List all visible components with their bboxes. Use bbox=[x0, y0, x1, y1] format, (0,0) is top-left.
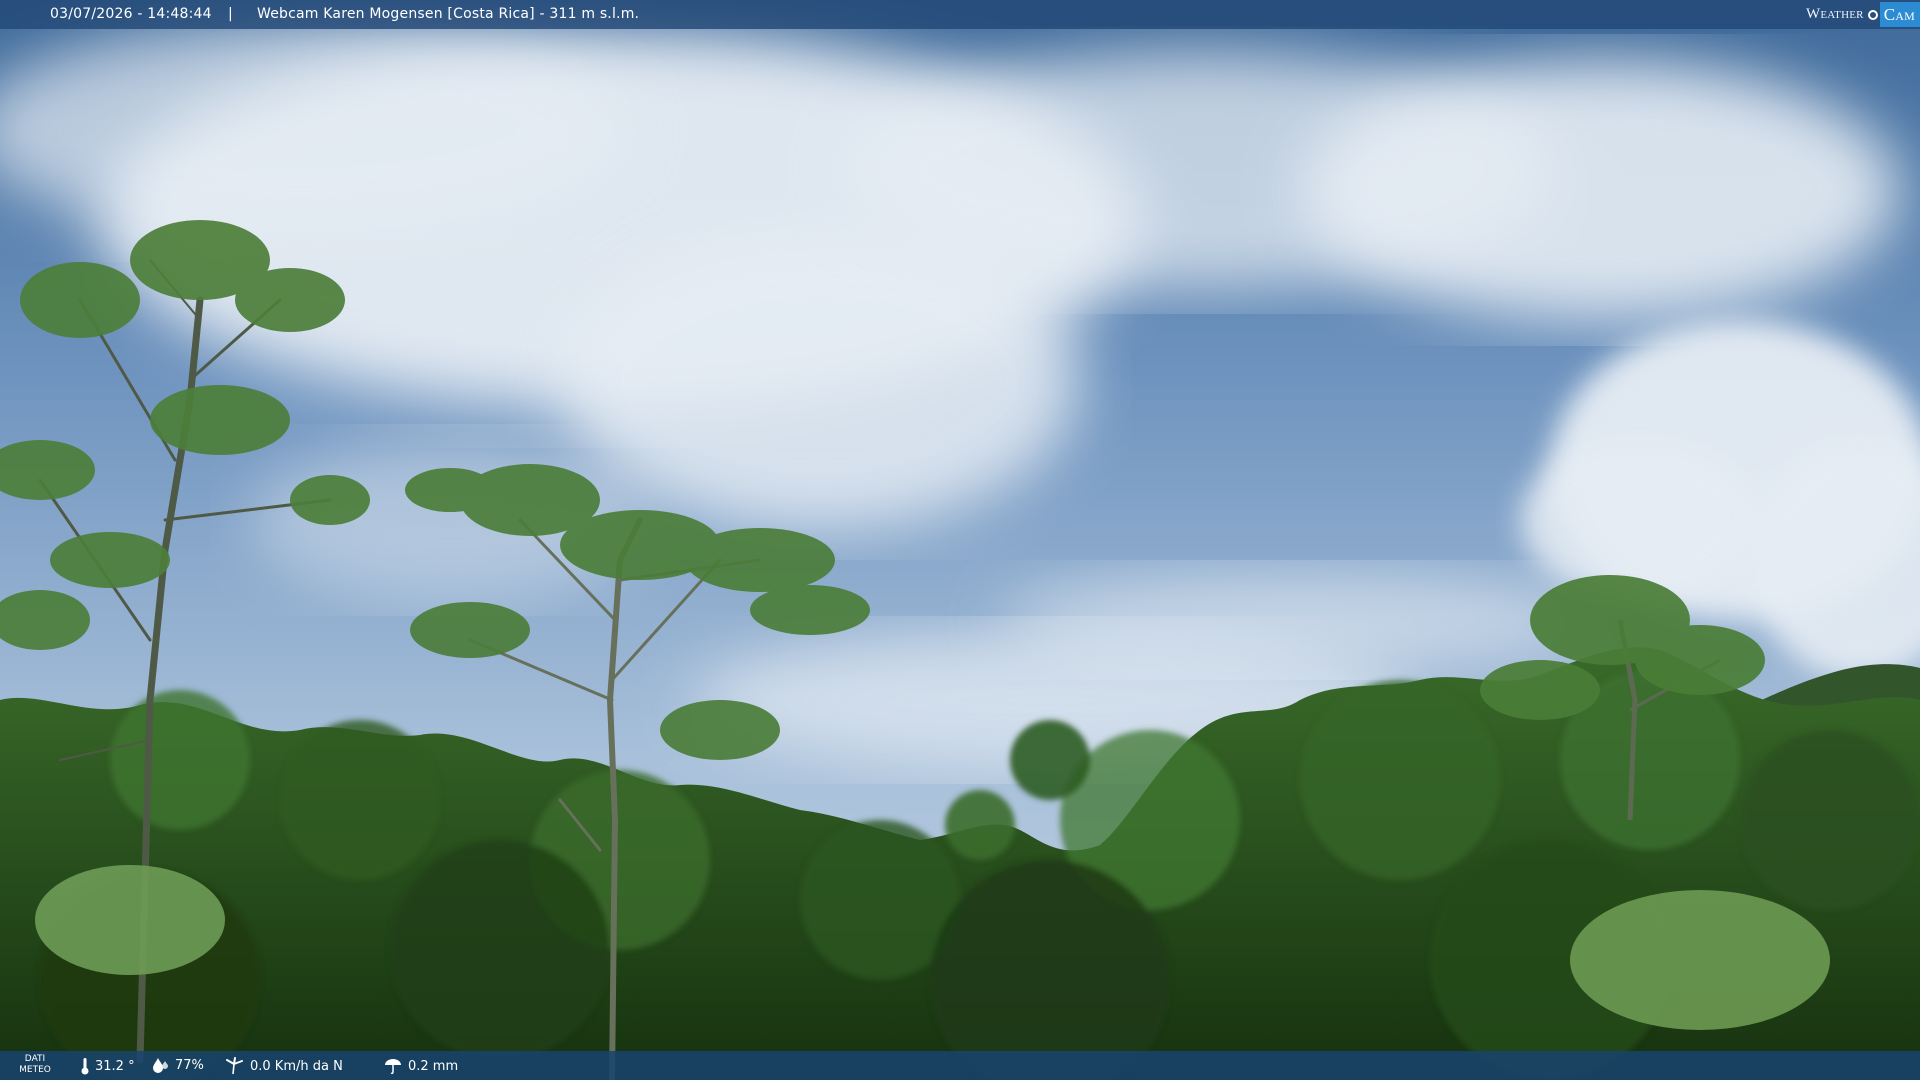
wind-value: 0.0 Km/h da N bbox=[250, 1058, 343, 1074]
rain-icon bbox=[385, 1059, 401, 1075]
weather-data-label: DATI METEO bbox=[19, 1054, 51, 1075]
wind-icon bbox=[226, 1057, 243, 1075]
temperature-value: 31.2 ° bbox=[95, 1058, 135, 1074]
rain-value: 0.2 mm bbox=[408, 1058, 459, 1074]
webcam-frame: 03/07/2026 - 14:48:44 | Webcam Karen Mog… bbox=[0, 0, 1920, 1080]
weathercam-logo[interactable]: Weather Cam bbox=[1806, 0, 1920, 29]
temperature-readout: 31.2 ° bbox=[80, 1057, 135, 1075]
humidity-value: 77% bbox=[175, 1057, 204, 1073]
weather-data-bar: DATI METEO 31.2 ° 77% 0.0 Km/h da N 0.2 … bbox=[0, 1051, 1920, 1080]
logo-cam-text: Cam bbox=[1879, 2, 1920, 27]
humidity-icon bbox=[153, 1058, 168, 1073]
camera-title: Webcam Karen Mogensen [Costa Rica] - 311… bbox=[257, 6, 640, 22]
webcam-image bbox=[0, 0, 1920, 1080]
rain-readout: 0.2 mm bbox=[383, 1057, 458, 1075]
thermometer-icon bbox=[81, 1058, 89, 1075]
logo-circle-icon bbox=[1867, 9, 1878, 20]
title-separator: | bbox=[228, 6, 233, 22]
humidity-readout: 77% bbox=[152, 1057, 204, 1073]
wind-readout: 0.0 Km/h da N bbox=[225, 1057, 343, 1075]
timestamp: 03/07/2026 - 14:48:44 bbox=[50, 6, 212, 22]
top-info-bar: 03/07/2026 - 14:48:44 | Webcam Karen Mog… bbox=[0, 0, 1920, 29]
logo-weather-text: Weather bbox=[1805, 6, 1864, 22]
